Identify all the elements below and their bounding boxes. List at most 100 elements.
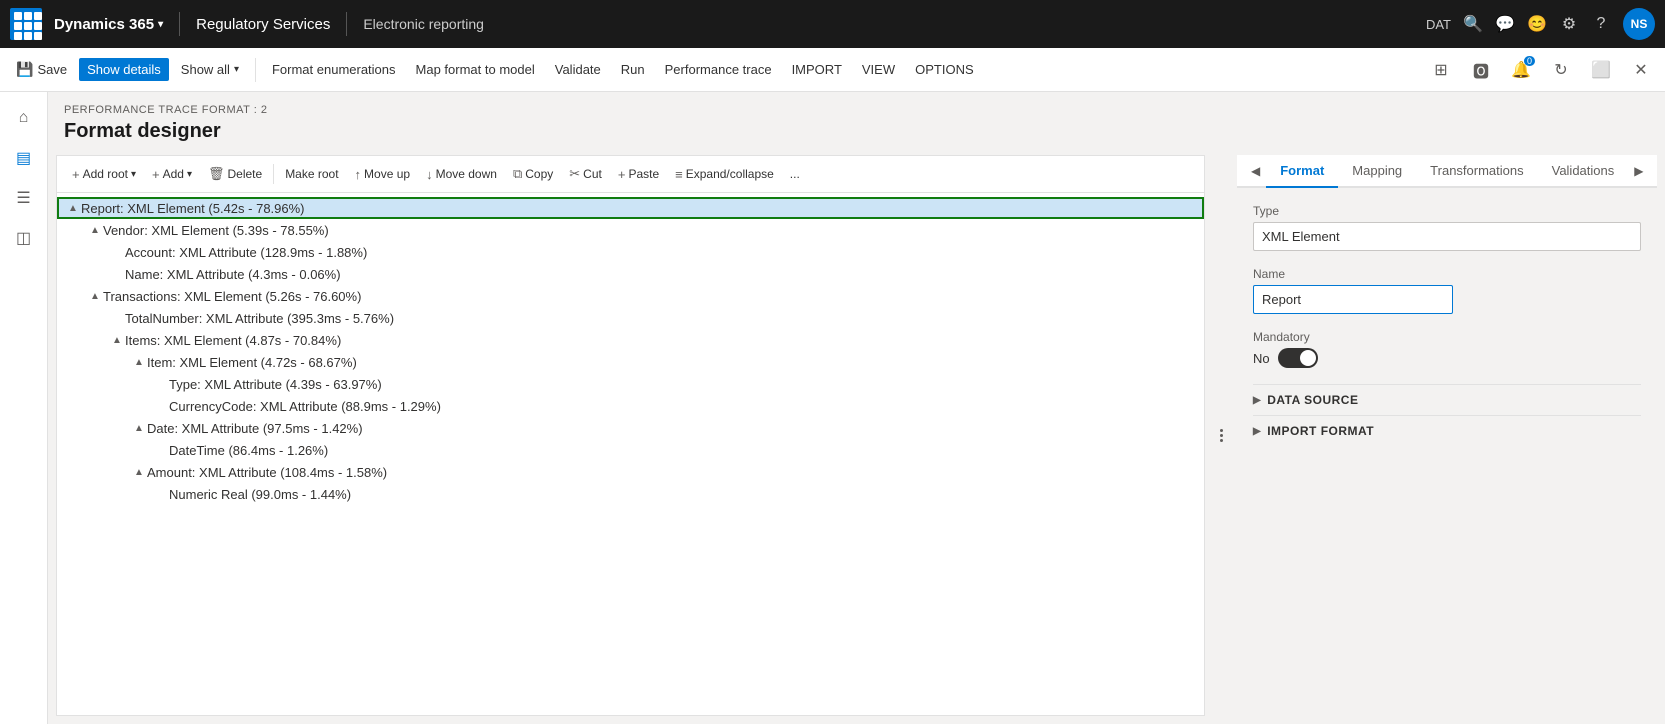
tree-toggle-icon[interactable]: ▲ bbox=[131, 354, 147, 370]
cut-label: Cut bbox=[583, 167, 602, 181]
dynamics-brand[interactable]: Dynamics 365 ▾ bbox=[46, 16, 171, 33]
tree-item[interactable]: ▲ Report: XML Element (5.42s - 78.96%) bbox=[57, 197, 1204, 219]
import-format-section[interactable]: ▶ IMPORT FORMAT bbox=[1253, 415, 1641, 446]
brand-separator bbox=[179, 12, 180, 36]
add-button[interactable]: + Add ▾ bbox=[145, 163, 199, 186]
chevron-right-icon2: ▶ bbox=[1253, 426, 1261, 437]
cut-button[interactable]: ✂ Cut bbox=[562, 162, 609, 186]
copy-button[interactable]: ⧉ Copy bbox=[506, 162, 560, 186]
notification-button[interactable]: 🔔 0 bbox=[1505, 54, 1537, 86]
tree-item[interactable]: ▲ Date: XML Attribute (97.5ms - 1.42%) bbox=[57, 417, 1204, 439]
tree-item[interactable]: ▲ Amount: XML Attribute (108.4ms - 1.58%… bbox=[57, 461, 1204, 483]
sidebar-icon-filter[interactable]: ▤ bbox=[6, 140, 42, 176]
expand-button[interactable]: ≡ Expand/collapse bbox=[668, 163, 781, 186]
options-button[interactable]: OPTIONS bbox=[907, 58, 982, 81]
waffle-icon[interactable] bbox=[10, 8, 42, 40]
tree-item[interactable]: DateTime (86.4ms - 1.26%) bbox=[57, 439, 1204, 461]
tree-toggle-icon[interactable]: ▲ bbox=[65, 200, 81, 216]
user-icon[interactable]: 😊 bbox=[1527, 14, 1547, 34]
plus-icon: + bbox=[72, 167, 80, 182]
map-format-button[interactable]: Map format to model bbox=[408, 58, 543, 81]
sidebar-icon-chart[interactable]: ◫ bbox=[6, 220, 42, 256]
down-icon: ↓ bbox=[426, 167, 433, 182]
tree-item-label: Name: XML Attribute (4.3ms - 0.06%) bbox=[125, 267, 1196, 282]
tree-item[interactable]: ▲ Transactions: XML Element (5.26s - 76.… bbox=[57, 285, 1204, 307]
make-root-button[interactable]: Make root bbox=[278, 163, 345, 185]
tree-toggle-icon[interactable]: ▲ bbox=[131, 420, 147, 436]
tree-toggle-icon[interactable] bbox=[109, 266, 125, 282]
sidebar-icon-list[interactable]: ☰ bbox=[6, 180, 42, 216]
tree-toggle-icon[interactable] bbox=[153, 442, 169, 458]
name-input[interactable] bbox=[1253, 285, 1453, 314]
add-root-button[interactable]: + Add root ▾ bbox=[65, 163, 143, 186]
tree-toggle-icon[interactable] bbox=[109, 310, 125, 326]
search-icon[interactable]: 🔍 bbox=[1463, 14, 1483, 34]
tree-item[interactable]: TotalNumber: XML Attribute (395.3ms - 5.… bbox=[57, 307, 1204, 329]
mandatory-field-group: Mandatory No bbox=[1253, 330, 1641, 368]
settings-icon[interactable]: ⚙ bbox=[1559, 14, 1579, 34]
tree-item[interactable]: Name: XML Attribute (4.3ms - 0.06%) bbox=[57, 263, 1204, 285]
env-label: DAT bbox=[1426, 17, 1451, 32]
paste-label: Paste bbox=[628, 167, 659, 181]
close-button[interactable]: ✕ bbox=[1625, 54, 1657, 86]
tab-transformations[interactable]: Transformations bbox=[1416, 155, 1537, 188]
chat-icon[interactable]: 💬 bbox=[1495, 14, 1515, 34]
service-label: Regulatory Services bbox=[188, 16, 338, 33]
tree-item[interactable]: ▲ Item: XML Element (4.72s - 68.67%) bbox=[57, 351, 1204, 373]
tree-toggle-icon[interactable] bbox=[153, 398, 169, 414]
save-button[interactable]: 💾 Save bbox=[8, 57, 75, 82]
tab-mapping[interactable]: Mapping bbox=[1338, 155, 1416, 188]
move-up-button[interactable]: ↑ Move up bbox=[348, 163, 418, 186]
office-button[interactable]: 🅾 bbox=[1465, 54, 1497, 86]
view-button[interactable]: VIEW bbox=[854, 58, 903, 81]
tab-left-arrow[interactable]: ◀ bbox=[1245, 155, 1266, 186]
show-all-label: Show all bbox=[181, 62, 230, 77]
validate-button[interactable]: Validate bbox=[547, 58, 609, 81]
mandatory-toggle[interactable] bbox=[1278, 348, 1318, 368]
sidebar-icon-home[interactable]: ⌂ bbox=[6, 100, 42, 136]
validate-label: Validate bbox=[555, 62, 601, 77]
tree-item[interactable]: Numeric Real (99.0ms - 1.44%) bbox=[57, 483, 1204, 505]
tree-toggle-icon[interactable]: ▲ bbox=[109, 332, 125, 348]
refresh-button[interactable]: ↻ bbox=[1545, 54, 1577, 86]
move-up-label: Move up bbox=[364, 167, 410, 181]
toggle-track[interactable] bbox=[1278, 348, 1318, 368]
page-header: PERFORMANCE TRACE FORMAT : 2 Format desi… bbox=[48, 92, 1665, 147]
tree-item[interactable]: Account: XML Attribute (128.9ms - 1.88%) bbox=[57, 241, 1204, 263]
tree-toggle-icon[interactable]: ▲ bbox=[87, 222, 103, 238]
tree-item[interactable]: ▲ Vendor: XML Element (5.39s - 78.55%) bbox=[57, 219, 1204, 241]
tree-item[interactable]: Type: XML Attribute (4.39s - 63.97%) bbox=[57, 373, 1204, 395]
tree-toggle-icon[interactable] bbox=[109, 244, 125, 260]
save-label: Save bbox=[37, 62, 67, 77]
tab-right-arrow[interactable]: ▶ bbox=[1628, 155, 1649, 186]
grid-view-button[interactable]: ⊞ bbox=[1425, 54, 1457, 86]
tree-item[interactable]: CurrencyCode: XML Attribute (88.9ms - 1.… bbox=[57, 395, 1204, 417]
tab-format-label: Format bbox=[1280, 163, 1324, 178]
move-down-button[interactable]: ↓ Move down bbox=[419, 163, 504, 186]
tree-toggle-icon[interactable]: ▲ bbox=[131, 464, 147, 480]
data-source-section[interactable]: ▶ DATA SOURCE bbox=[1253, 384, 1641, 415]
fullscreen-button[interactable]: ⬜ bbox=[1585, 54, 1617, 86]
panel-resizer[interactable] bbox=[1213, 155, 1229, 716]
run-button[interactable]: Run bbox=[613, 58, 653, 81]
format-enumerations-button[interactable]: Format enumerations bbox=[264, 58, 404, 81]
avatar[interactable]: NS bbox=[1623, 8, 1655, 40]
delete-icon: 🗑 bbox=[208, 166, 225, 182]
show-details-button[interactable]: Show details bbox=[79, 58, 169, 81]
help-icon[interactable]: ? bbox=[1591, 14, 1611, 34]
paste-button[interactable]: + Paste bbox=[611, 163, 666, 186]
tree-toggle-icon[interactable] bbox=[153, 376, 169, 392]
more-button[interactable]: ... bbox=[783, 163, 807, 185]
tree-item[interactable]: ▲ Items: XML Element (4.87s - 70.84%) bbox=[57, 329, 1204, 351]
tab-format[interactable]: Format bbox=[1266, 155, 1338, 188]
tree-toggle-icon[interactable] bbox=[153, 486, 169, 502]
delete-button[interactable]: 🗑 Delete bbox=[201, 162, 269, 186]
tree-toggle-icon[interactable]: ▲ bbox=[87, 288, 103, 304]
show-all-button[interactable]: Show all ▾ bbox=[173, 58, 247, 81]
import-button[interactable]: IMPORT bbox=[784, 58, 850, 81]
tab-validations[interactable]: Validations bbox=[1538, 155, 1629, 188]
tab-mapping-label: Mapping bbox=[1352, 163, 1402, 178]
perf-trace-button[interactable]: Performance trace bbox=[657, 58, 780, 81]
chevron-down-icon: ▾ bbox=[131, 169, 136, 180]
tree-item-label: Account: XML Attribute (128.9ms - 1.88%) bbox=[125, 245, 1196, 260]
